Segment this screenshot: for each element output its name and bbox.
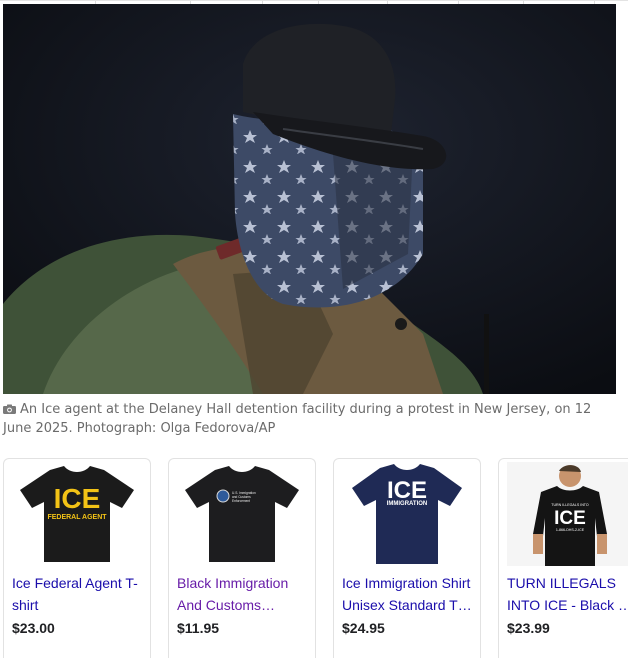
dhs-seal-icon	[216, 489, 230, 503]
print-sub: FEDERAL AGENT	[47, 514, 107, 521]
svg-text:1-866-DHS-2-ICE: 1-866-DHS-2-ICE	[556, 528, 585, 532]
svg-text:TURN ILLEGALS INTO: TURN ILLEGALS INTO	[551, 503, 589, 507]
product-title-line[interactable]: INTO ICE - Black …	[507, 595, 628, 617]
product-image[interactable]: ICE FEDERAL AGENT	[4, 459, 150, 569]
print-sub: IMMIGRATION	[387, 501, 428, 507]
print-ice: ICE	[554, 508, 586, 529]
product-title[interactable]: Black Immigration And Customs…	[177, 573, 313, 616]
product-price: $24.95	[342, 620, 385, 636]
product-price: $11.95	[177, 620, 220, 636]
product-image[interactable]: ICE IMMIGRATION	[334, 459, 480, 569]
product-title-line[interactable]: shirt	[12, 595, 148, 617]
product-carousel: ICE FEDERAL AGENT Ice Federal Agent T- s…	[0, 458, 628, 658]
product-title[interactable]: Ice Federal Agent T- shirt	[12, 573, 148, 616]
svg-text:Enforcement: Enforcement	[232, 499, 250, 503]
print-ice: ICE	[54, 483, 101, 514]
print-ice: ICE	[387, 477, 427, 504]
photo-caption: An Ice agent at the Delaney Hall detenti…	[3, 400, 615, 438]
product-image[interactable]: U.S. Immigration and Customs Enforcement	[169, 459, 315, 569]
hero-photo[interactable]	[3, 4, 616, 394]
product-title-line[interactable]: Ice Immigration Shirt	[342, 573, 478, 595]
product-title-line[interactable]: Unisex Standard T…	[342, 595, 478, 617]
camera-icon	[3, 404, 16, 414]
product-card[interactable]: ICE FEDERAL AGENT Ice Federal Agent T- s…	[3, 458, 151, 658]
product-price: $23.99	[507, 620, 550, 636]
product-title-line[interactable]: Ice Federal Agent T-	[12, 573, 148, 595]
product-price: $23.00	[12, 620, 55, 636]
product-title-line[interactable]: Black Immigration	[177, 573, 313, 595]
product-card[interactable]: TURN ILLEGALS INTO ICE 1-866-DHS-2-ICE T…	[498, 458, 628, 658]
product-title-line[interactable]: And Customs…	[177, 595, 313, 617]
product-title[interactable]: Ice Immigration Shirt Unisex Standard T…	[342, 573, 478, 616]
product-title[interactable]: TURN ILLEGALS INTO ICE - Black …	[507, 573, 628, 616]
product-card[interactable]: U.S. Immigration and Customs Enforcement…	[168, 458, 316, 658]
caption-text: An Ice agent at the Delaney Hall detenti…	[3, 402, 592, 436]
product-card[interactable]: ICE IMMIGRATION Ice Immigration Shirt Un…	[333, 458, 481, 658]
product-image[interactable]: TURN ILLEGALS INTO ICE 1-866-DHS-2-ICE	[499, 459, 628, 569]
product-title-line[interactable]: TURN ILLEGALS	[507, 573, 628, 595]
